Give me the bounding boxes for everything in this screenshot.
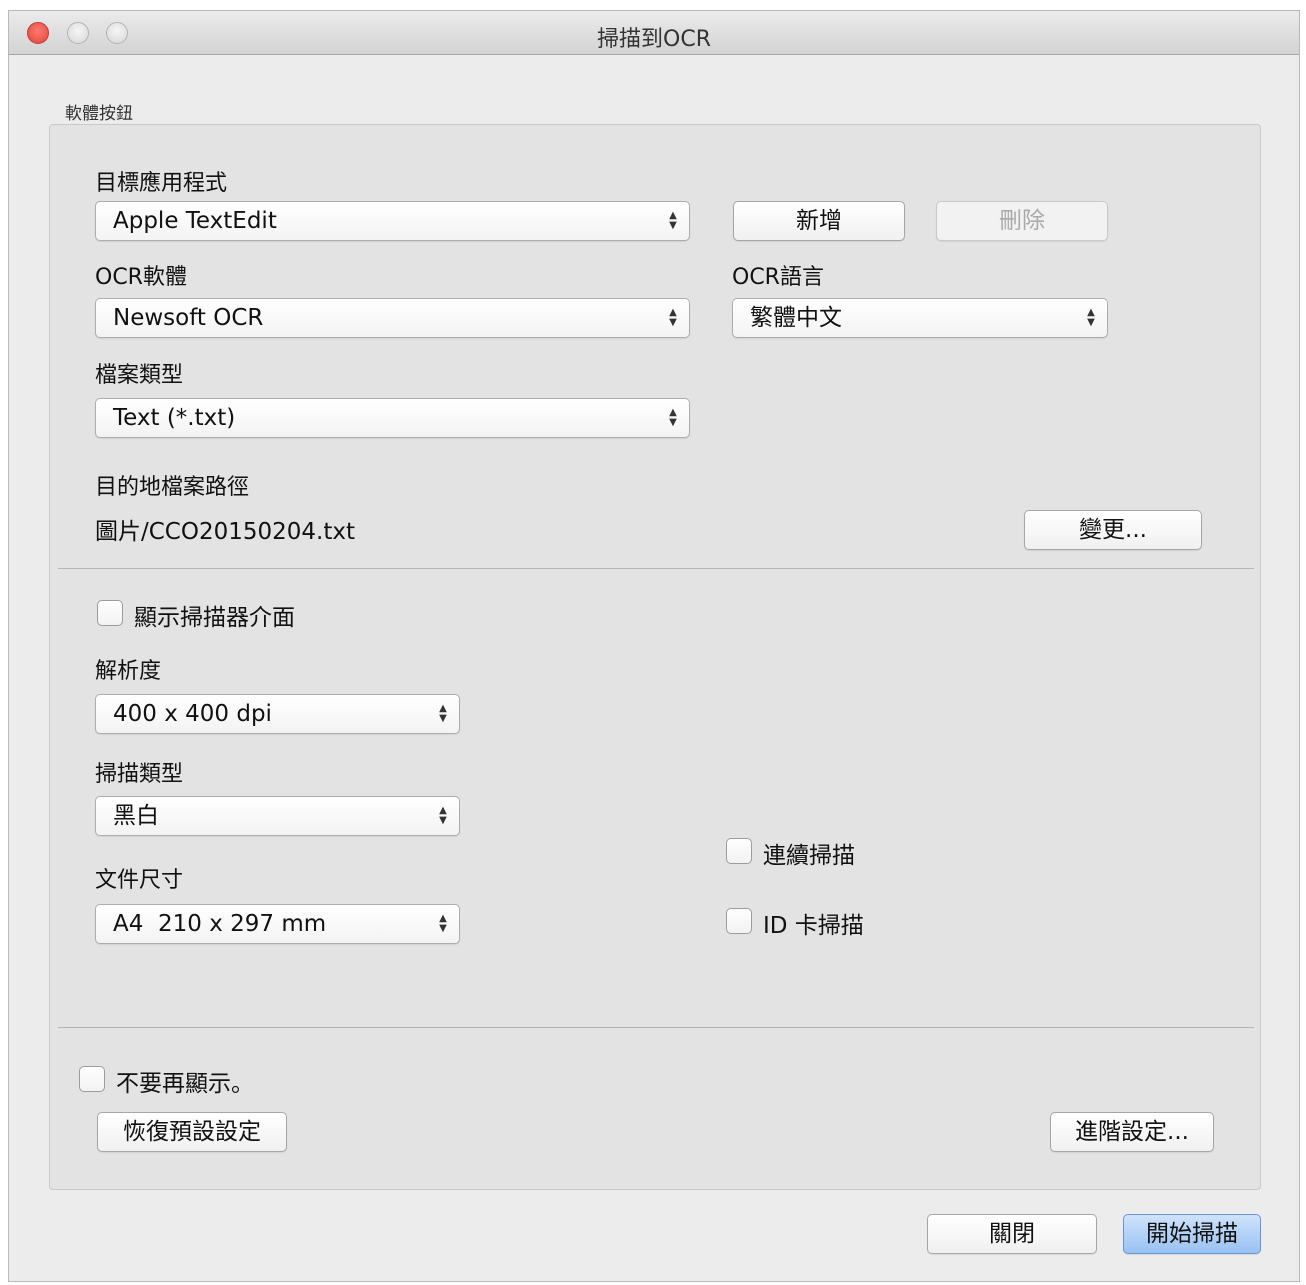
id-card-scan-label: ID 卡掃描 <box>763 913 864 939</box>
scan-type-select[interactable]: 黑白 ▲ ▼ <box>95 796 460 836</box>
show-scanner-ui-checkbox[interactable] <box>97 600 123 626</box>
resolution-value: 400 x 400 dpi <box>113 701 272 727</box>
file-type-select[interactable]: Text (*.txt) ▲ ▼ <box>95 398 690 438</box>
ocr-language-label: OCR語言 <box>732 265 824 290</box>
target-app-label: 目標應用程式 <box>95 171 228 196</box>
delete-button[interactable]: 刪除 <box>936 201 1108 241</box>
updown-arrows-icon: ▲ ▼ <box>439 913 447 934</box>
ocr-language-select[interactable]: 繁體中文 ▲ ▼ <box>732 298 1108 338</box>
destination-label: 目的地檔案路徑 <box>95 475 250 500</box>
dont-show-again-checkbox[interactable] <box>79 1066 105 1092</box>
destination-path: 圖片/CCO20150204.txt <box>95 519 355 545</box>
divider <box>58 568 1254 569</box>
dialog-window: 掃描到OCR 軟體按鈕 目標應用程式 Apple TextEdit ▲ ▼ 新增 … <box>8 10 1300 1282</box>
file-type-label: 檔案類型 <box>95 363 184 388</box>
close-button[interactable]: 關閉 <box>927 1214 1097 1254</box>
advanced-settings-button[interactable]: 進階設定... <box>1050 1112 1214 1152</box>
ocr-language-value: 繁體中文 <box>750 305 842 331</box>
dont-show-again-label: 不要再顯示。 <box>116 1071 254 1097</box>
resolution-label: 解析度 <box>95 659 162 684</box>
software-button-group: 目標應用程式 Apple TextEdit ▲ ▼ 新增 刪除 OCR軟體 New… <box>49 124 1261 1190</box>
ocr-software-select[interactable]: Newsoft OCR ▲ ▼ <box>95 298 690 338</box>
file-type-value: Text (*.txt) <box>113 405 236 431</box>
start-scan-button[interactable]: 開始掃描 <box>1123 1214 1261 1254</box>
continuous-scan-label: 連續掃描 <box>763 843 855 869</box>
scan-type-label: 掃描類型 <box>95 762 184 787</box>
document-size-label: 文件尺寸 <box>95 868 184 893</box>
add-button[interactable]: 新增 <box>733 201 905 241</box>
target-app-select[interactable]: Apple TextEdit ▲ ▼ <box>95 201 690 241</box>
updown-arrows-icon: ▲ ▼ <box>669 307 677 328</box>
restore-defaults-button[interactable]: 恢復預設設定 <box>97 1112 287 1152</box>
show-scanner-ui-label: 顯示掃描器介面 <box>134 605 295 631</box>
ocr-software-value: Newsoft OCR <box>113 305 264 331</box>
resolution-select[interactable]: 400 x 400 dpi ▲ ▼ <box>95 694 460 734</box>
window-title: 掃描到OCR <box>597 27 711 52</box>
group-label: 軟體按鈕 <box>65 104 133 124</box>
divider <box>58 1027 1254 1028</box>
change-path-button[interactable]: 變更... <box>1024 510 1202 550</box>
id-card-scan-checkbox[interactable] <box>726 908 752 934</box>
ocr-software-label: OCR軟體 <box>95 265 187 290</box>
updown-arrows-icon: ▲ ▼ <box>669 407 677 428</box>
document-size-value: A4 210 x 297 mm <box>113 911 327 937</box>
title-bar: 掃描到OCR <box>9 11 1299 55</box>
scan-type-value: 黑白 <box>113 803 159 829</box>
updown-arrows-icon: ▲ ▼ <box>439 703 447 724</box>
document-size-select[interactable]: A4 210 x 297 mm ▲ ▼ <box>95 904 460 944</box>
updown-arrows-icon: ▲ ▼ <box>1087 307 1095 328</box>
continuous-scan-checkbox[interactable] <box>726 838 752 864</box>
updown-arrows-icon: ▲ ▼ <box>439 805 447 826</box>
target-app-value: Apple TextEdit <box>113 208 277 234</box>
updown-arrows-icon: ▲ ▼ <box>669 210 677 231</box>
